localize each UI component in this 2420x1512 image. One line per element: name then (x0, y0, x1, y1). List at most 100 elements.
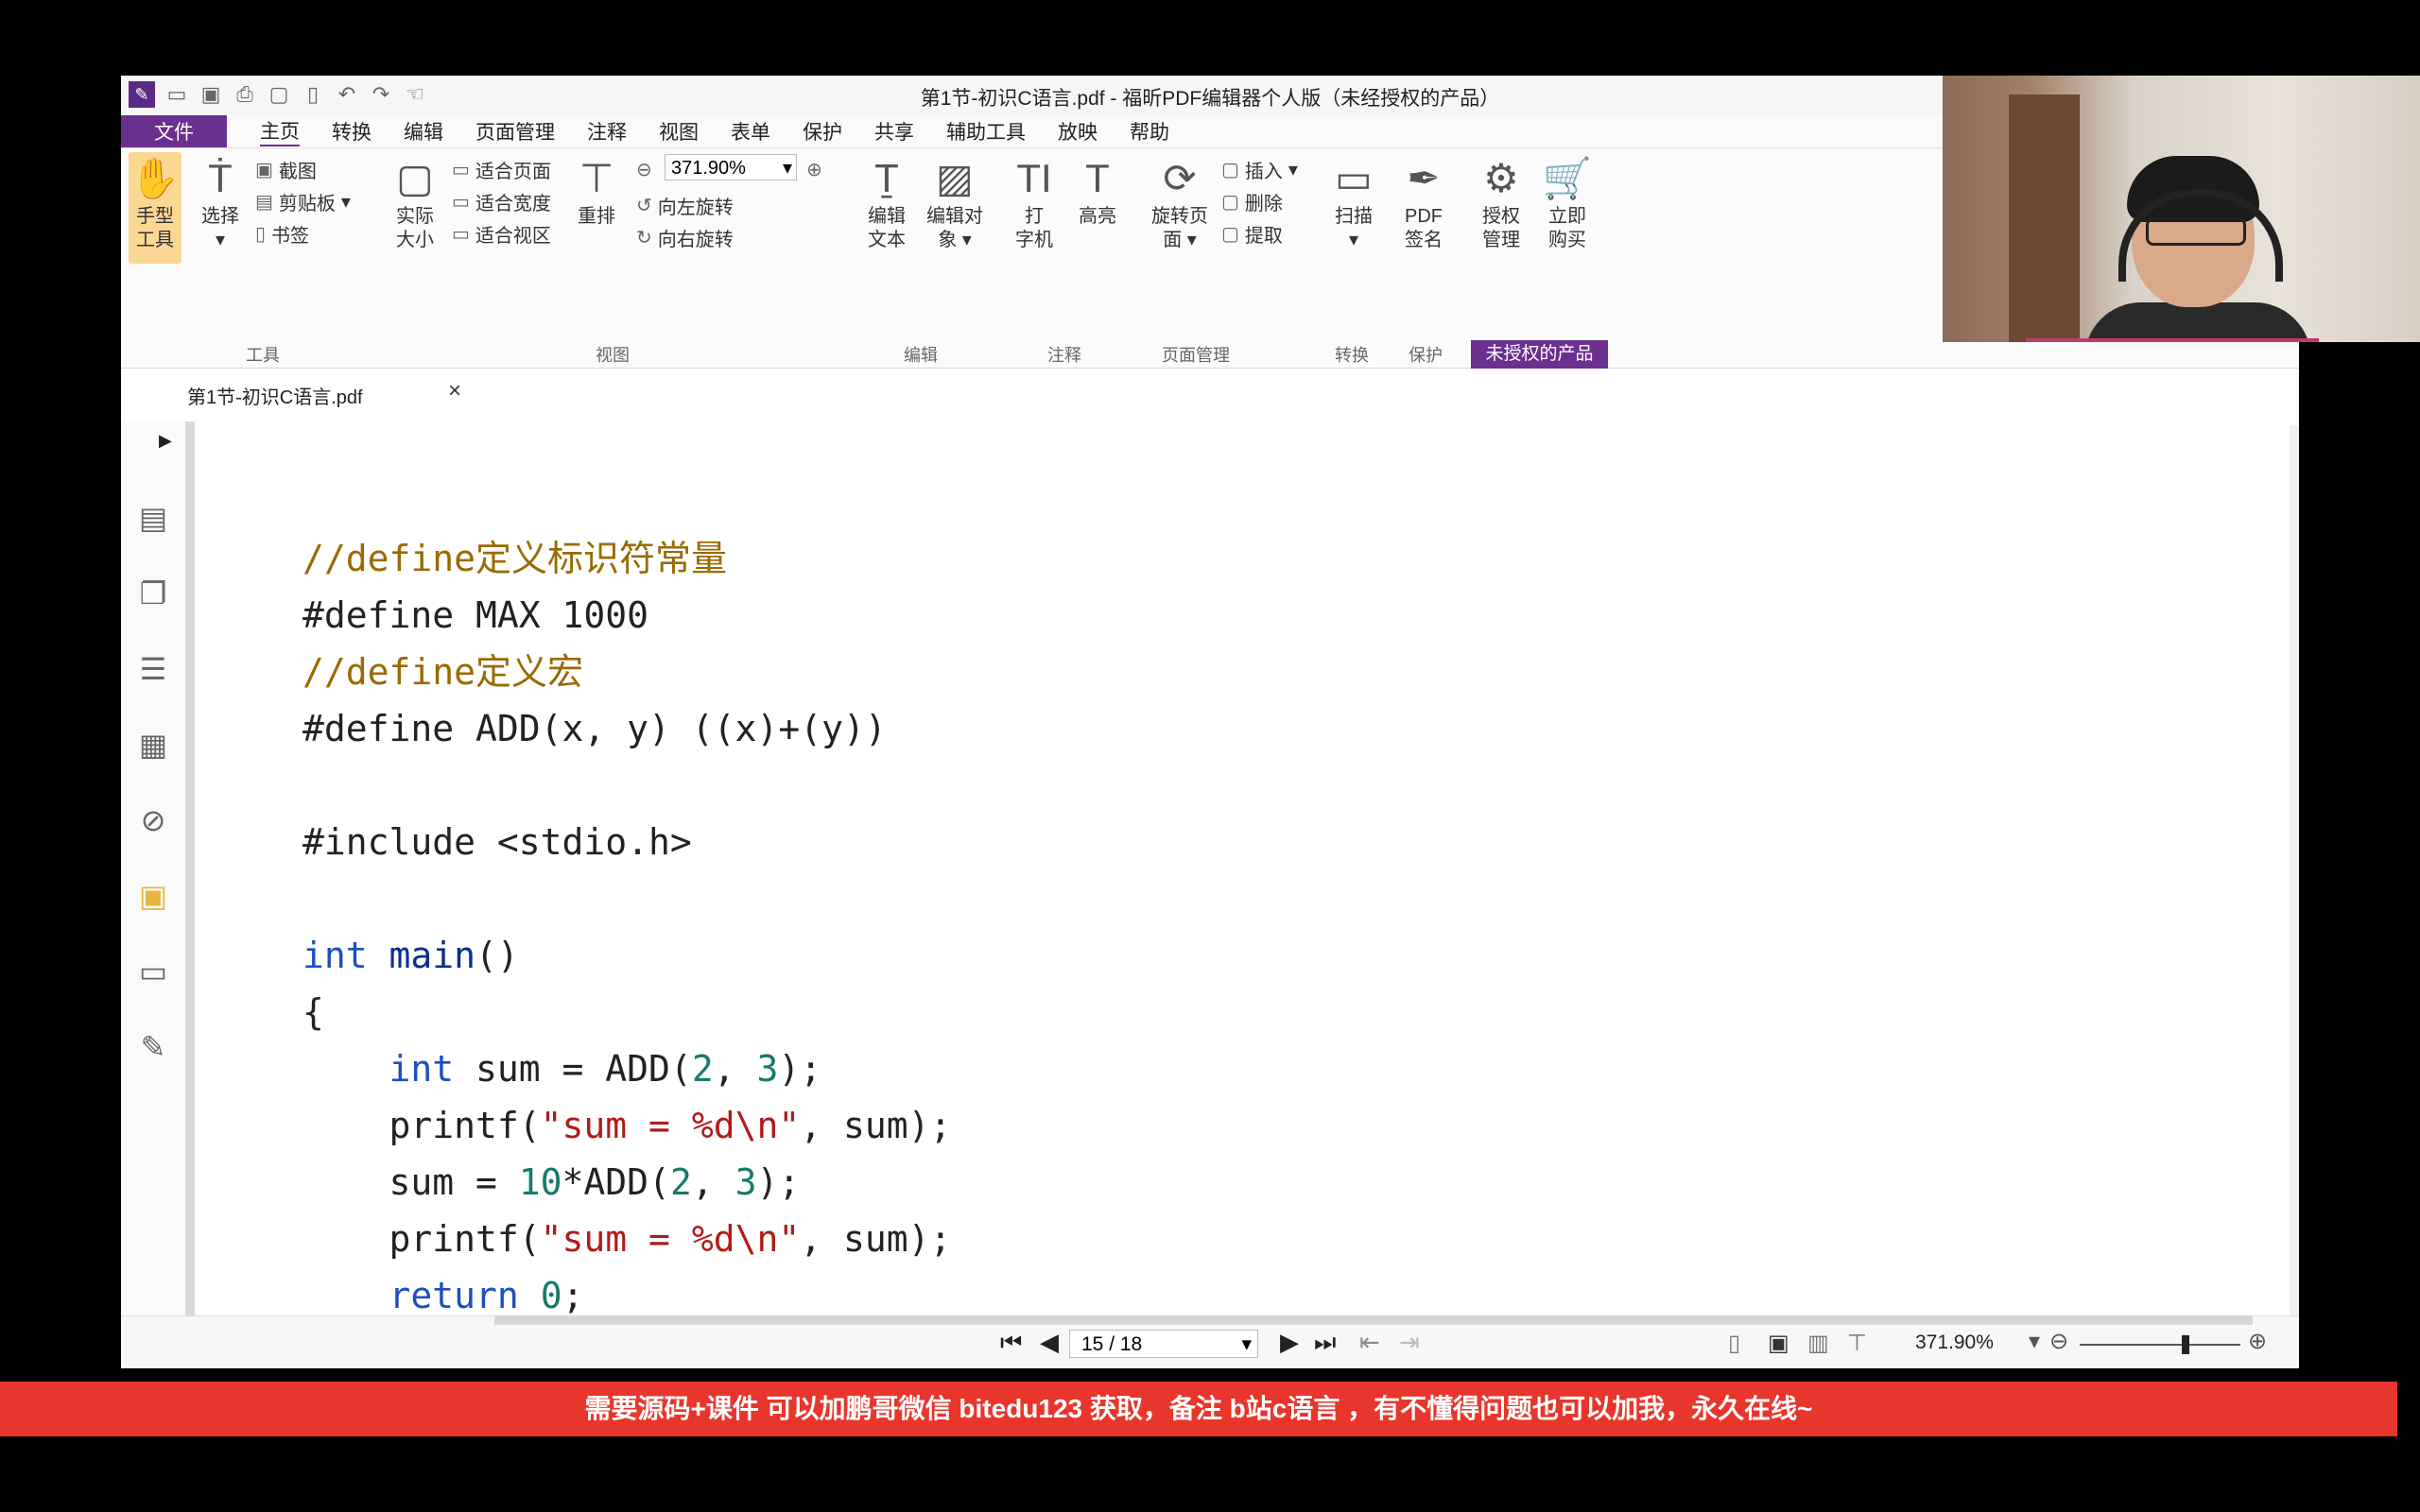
fit-visible-button[interactable]: ▭ 适合视区 (452, 220, 551, 248)
close-tab-icon[interactable]: × (448, 378, 461, 404)
pdf-sign-button[interactable]: ✒ PDF 签名 (1397, 152, 1450, 252)
license-management-button[interactable]: ⚙ 授权 管理 (1473, 152, 1530, 252)
rotate-page-button[interactable]: ⟳ 旋转页 面 ▾ (1144, 152, 1216, 252)
reflow-button[interactable]: ⊤ 重排 (575, 152, 618, 229)
next-page-icon[interactable]: ▶ (1280, 1328, 1299, 1357)
menu-form[interactable]: 表单 (731, 117, 770, 146)
attachments-icon[interactable]: ⊘ (132, 799, 174, 841)
snapshot-button[interactable]: ▣ 截图 (255, 156, 317, 183)
code-token: printf( (302, 1218, 541, 1260)
zoom-in-icon[interactable]: ⊕ (2248, 1328, 2267, 1355)
group-label-tools: 工具 (246, 346, 280, 365)
code-line: int main() (302, 927, 951, 984)
menu-edit[interactable]: 编辑 (404, 117, 443, 146)
lock-icon[interactable]: ▣ (132, 875, 174, 917)
page-icon: ▢ (396, 156, 434, 200)
code-token: , (691, 1161, 735, 1203)
bookmark-button[interactable]: ▯ 书签 (255, 220, 309, 248)
menu-accessibility[interactable]: 辅助工具 (946, 117, 1026, 146)
hand-tool-button[interactable]: ✋ 手型 工具 (129, 152, 182, 264)
horizontal-scrollbar[interactable] (494, 1315, 2253, 1325)
pdf-page: //define定义标识符常量 #define MAX 1000 //define定… (195, 421, 2299, 1368)
edit-text-button[interactable]: Ṯ 编辑 文本 (860, 152, 913, 252)
zoom-slider-handle[interactable] (2182, 1335, 2189, 1354)
typewriter-button[interactable]: TI 打 字机 (1006, 152, 1063, 252)
menu-view[interactable]: 视图 (659, 117, 699, 146)
zoom-select[interactable]: 371.90% ▾ (665, 154, 797, 180)
chevron-down-icon[interactable]: ▾ (2029, 1328, 2040, 1355)
code-block: //define定义标识符常量 #define MAX 1000 //define定… (302, 530, 951, 1368)
comments-panel-icon[interactable]: ▦ (132, 724, 174, 765)
zoom-out-icon[interactable]: ⊖ (2049, 1328, 2068, 1355)
fit-width-button[interactable]: ▭ 适合宽度 (452, 188, 551, 215)
code-token: , (713, 1048, 757, 1090)
code-token: main (389, 935, 476, 976)
clipboard-button[interactable]: ▤ 剪贴板 ▾ (255, 188, 351, 215)
zoom-out-icon: ⊖ (636, 160, 652, 180)
rotate-right-button[interactable]: ↻ 向右旋转 (636, 224, 734, 251)
rotate-right-icon: ↻ (636, 228, 652, 249)
menu-protect[interactable]: 保护 (803, 117, 842, 146)
menu-annotate[interactable]: 注释 (587, 117, 627, 146)
status-zoom-value[interactable]: 371.90% (1915, 1332, 1994, 1354)
zoom-slider[interactable] (2080, 1335, 2240, 1354)
menu-help[interactable]: 帮助 (1130, 117, 1169, 146)
continuous-view-icon[interactable]: ▣ (1768, 1330, 1789, 1357)
previous-page-icon[interactable]: ◀ (1040, 1328, 1059, 1357)
extract-icon: ▢ (1221, 224, 1239, 245)
unauthorized-product-badge: 未授权的产品 (1471, 340, 1608, 369)
code-token: 2 (669, 1161, 692, 1203)
document-tab[interactable]: 第1节-初识C语言.pdf (187, 382, 363, 409)
insert-button[interactable]: ▢ 插入 ▾ (1221, 156, 1298, 183)
extract-button[interactable]: ▢ 提取 (1221, 220, 1283, 248)
vertical-scrollbar[interactable] (2290, 425, 2299, 1361)
clipboard-icon: ▤ (255, 192, 273, 213)
zoom-in-button[interactable]: ⊕ (806, 158, 822, 181)
edit-object-icon: ▨ (936, 156, 974, 200)
menu-file[interactable]: 文件 (121, 115, 227, 147)
layers-panel-icon[interactable]: ☰ (132, 648, 174, 690)
previous-view-icon[interactable]: ⇤ (1359, 1328, 1380, 1357)
menu-convert[interactable]: 转换 (332, 117, 372, 146)
menu-slideshow[interactable]: 放映 (1058, 117, 1098, 146)
highlight-icon: T (1085, 156, 1110, 200)
pen-icon: ✒ (1407, 156, 1441, 200)
reflow-icon: ⊤ (579, 156, 614, 200)
scan-button[interactable]: ▭ 扫描 ▾ (1327, 152, 1380, 252)
single-page-view-icon[interactable]: ▯ (1728, 1330, 1740, 1357)
code-token: printf( (302, 1105, 541, 1146)
zoom-out-button[interactable]: ⊖ (636, 158, 652, 181)
group-label-view: 视图 (596, 346, 630, 365)
actual-size-button[interactable]: ▢ 实际 大小 (391, 152, 439, 252)
code-token: ); (778, 1048, 822, 1090)
fit-visible-icon: ▭ (452, 224, 470, 245)
first-page-icon[interactable]: ⏮ (1000, 1328, 1022, 1358)
group-label-convert: 转换 (1335, 346, 1369, 365)
code-line: //define定义标识符常量 (302, 530, 951, 587)
delete-button[interactable]: ▢ 删除 (1221, 188, 1283, 215)
menu-share[interactable]: 共享 (874, 117, 914, 146)
edit-object-button[interactable]: ▨ 编辑对 象 ▾ (917, 152, 993, 252)
bookmarks-panel-icon[interactable]: ▤ (132, 497, 174, 539)
menu-home[interactable]: 主页 (260, 116, 300, 146)
expand-panel-icon[interactable]: ▶ (159, 431, 172, 451)
facing-view-icon[interactable]: ▥ (1807, 1330, 1829, 1357)
signature-tools-icon[interactable]: ✎ (132, 1026, 174, 1068)
rotate-left-button[interactable]: ↺ 向左旋转 (636, 192, 734, 219)
select-button[interactable]: Ṫ 选择 ▾ (197, 152, 244, 252)
edit-text-icon: Ṯ (874, 156, 899, 200)
last-page-icon[interactable]: ⏭ (1314, 1328, 1336, 1358)
chevron-down-icon: ▾ (1241, 1333, 1252, 1355)
pages-panel-icon[interactable]: ❐ (132, 573, 174, 614)
fit-page-button[interactable]: ▭ 适合页面 (452, 156, 551, 183)
continuous-facing-view-icon[interactable]: ⊤ (1847, 1330, 1867, 1357)
menu-page-management[interactable]: 页面管理 (475, 117, 555, 146)
highlight-button[interactable]: T 高亮 (1070, 152, 1125, 229)
page-number-input[interactable]: 15 / 18 ▾ (1069, 1330, 1258, 1358)
next-view-icon[interactable]: ⇥ (1399, 1328, 1420, 1357)
navigation-panel: ▶ ▤ ❐ ☰ ▦ ⊘ ▣ ▭ ✎ (121, 421, 185, 1368)
group-label-edit: 编辑 (904, 346, 938, 365)
buy-now-button[interactable]: 🛒 立即 购买 (1539, 152, 1596, 252)
window-panel-icon[interactable]: ▭ (132, 951, 174, 992)
